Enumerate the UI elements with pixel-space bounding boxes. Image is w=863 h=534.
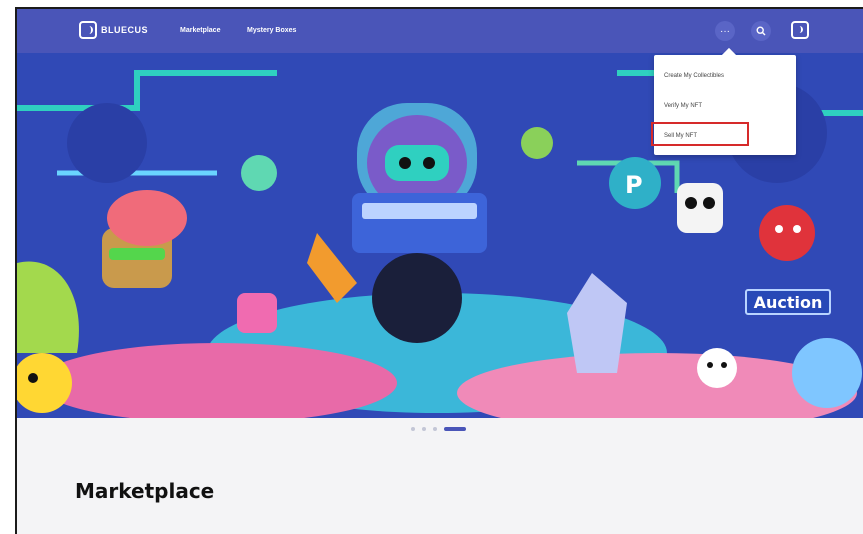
- carousel-dot[interactable]: [433, 427, 437, 431]
- browser-viewport: BLUECUS Marketplace Mystery Boxes ··· P …: [15, 7, 863, 534]
- logo-icon: [79, 21, 97, 39]
- logo-text: BLUECUS: [101, 25, 149, 35]
- carousel-dot-active[interactable]: [444, 427, 466, 431]
- carousel-indicators: [411, 427, 466, 431]
- brand-logo[interactable]: BLUECUS: [79, 21, 148, 39]
- top-navbar: BLUECUS Marketplace Mystery Boxes ···: [17, 9, 863, 53]
- menu-item-create-collectibles[interactable]: Create My Collectibles: [664, 73, 724, 79]
- menu-item-verify-nft[interactable]: Verify My NFT: [664, 103, 702, 109]
- nav-link-mystery-boxes[interactable]: Mystery Boxes: [247, 27, 296, 34]
- search-icon: [756, 26, 766, 36]
- ellipsis-icon: ···: [720, 25, 730, 37]
- login-icon[interactable]: [791, 21, 809, 39]
- sell-nft-highlight-box: [651, 122, 749, 146]
- more-options-button[interactable]: ···: [715, 21, 735, 41]
- carousel-dot[interactable]: [422, 427, 426, 431]
- search-button[interactable]: [751, 21, 771, 41]
- svg-text:P: P: [625, 171, 643, 199]
- nav-link-marketplace[interactable]: Marketplace: [180, 27, 220, 34]
- auction-badge[interactable]: Auction: [745, 289, 831, 315]
- carousel-dot[interactable]: [411, 427, 415, 431]
- page-section-title: Marketplace: [75, 479, 215, 503]
